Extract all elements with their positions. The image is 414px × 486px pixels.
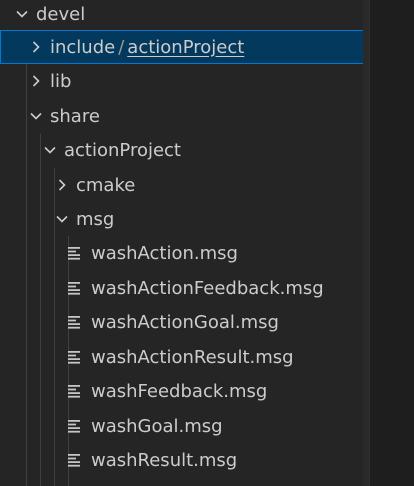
tree-item-file[interactable]: washFeedback.msg bbox=[0, 374, 370, 408]
tree-item-msg[interactable]: msg bbox=[0, 202, 370, 236]
lines-file-icon bbox=[68, 453, 82, 467]
chevron-right-icon bbox=[28, 73, 44, 89]
lines-file-icon bbox=[68, 281, 82, 295]
tree-item-label: washActionResult.msg bbox=[91, 346, 294, 368]
lines-file-icon bbox=[68, 384, 82, 398]
tree-item-file[interactable]: washActionGoal.msg bbox=[0, 305, 370, 339]
chevron-down-icon bbox=[42, 142, 58, 158]
tree-item-label: share bbox=[50, 105, 100, 127]
tree-item-label: devel bbox=[36, 3, 86, 25]
chevron-down-icon bbox=[54, 211, 70, 227]
tree-item-share[interactable]: share bbox=[0, 99, 370, 133]
tree-item-file[interactable]: washActionFeedback.msg bbox=[0, 271, 370, 305]
tree-item-file[interactable]: washResult.msg bbox=[0, 443, 370, 477]
tree-item-label: washResult.msg bbox=[91, 449, 238, 471]
tree-item-label: washAction.msg bbox=[91, 242, 238, 264]
lines-file-icon bbox=[68, 419, 82, 433]
tree-item-label: washFeedback.msg bbox=[91, 380, 268, 402]
chevron-right-icon bbox=[54, 177, 70, 193]
compact-folder-child-link[interactable]: actionProject bbox=[127, 37, 244, 58]
lines-file-icon bbox=[68, 350, 82, 364]
tree-item-file[interactable]: washGoal.msg bbox=[0, 409, 370, 443]
tree-item-file[interactable]: washAction.msg bbox=[0, 236, 370, 270]
chevron-down-icon bbox=[14, 6, 30, 22]
tree-item-lib[interactable]: lib bbox=[0, 64, 370, 98]
tree-item-actionproject[interactable]: actionProject bbox=[0, 133, 370, 167]
tree-item-label: washActionFeedback.msg bbox=[91, 277, 324, 299]
tree-item-label: lib bbox=[50, 70, 72, 92]
tree-item-label: msg bbox=[76, 208, 115, 230]
tree-item-file[interactable]: washActionResult.msg bbox=[0, 340, 370, 374]
path-separator: / bbox=[118, 36, 125, 58]
tree-item-include[interactable]: include / actionProject bbox=[0, 30, 370, 64]
tree-item-label: include bbox=[50, 36, 116, 58]
tree-item-label: washGoal.msg bbox=[91, 415, 223, 437]
tree-item-cmake[interactable]: cmake bbox=[0, 168, 370, 202]
lines-file-icon bbox=[68, 246, 82, 260]
tree-item-label: cmake bbox=[76, 174, 136, 196]
chevron-down-icon bbox=[28, 108, 44, 124]
tree-item-devel[interactable]: devel bbox=[0, 0, 370, 31]
lines-file-icon bbox=[68, 315, 82, 329]
tree-item-label: actionProject bbox=[64, 139, 181, 161]
editor-pane-edge bbox=[369, 0, 414, 486]
tree-item-label: washActionGoal.msg bbox=[91, 311, 279, 333]
file-explorer-tree: devel include / actionProject lib share … bbox=[0, 0, 414, 486]
chevron-right-icon bbox=[28, 39, 44, 55]
